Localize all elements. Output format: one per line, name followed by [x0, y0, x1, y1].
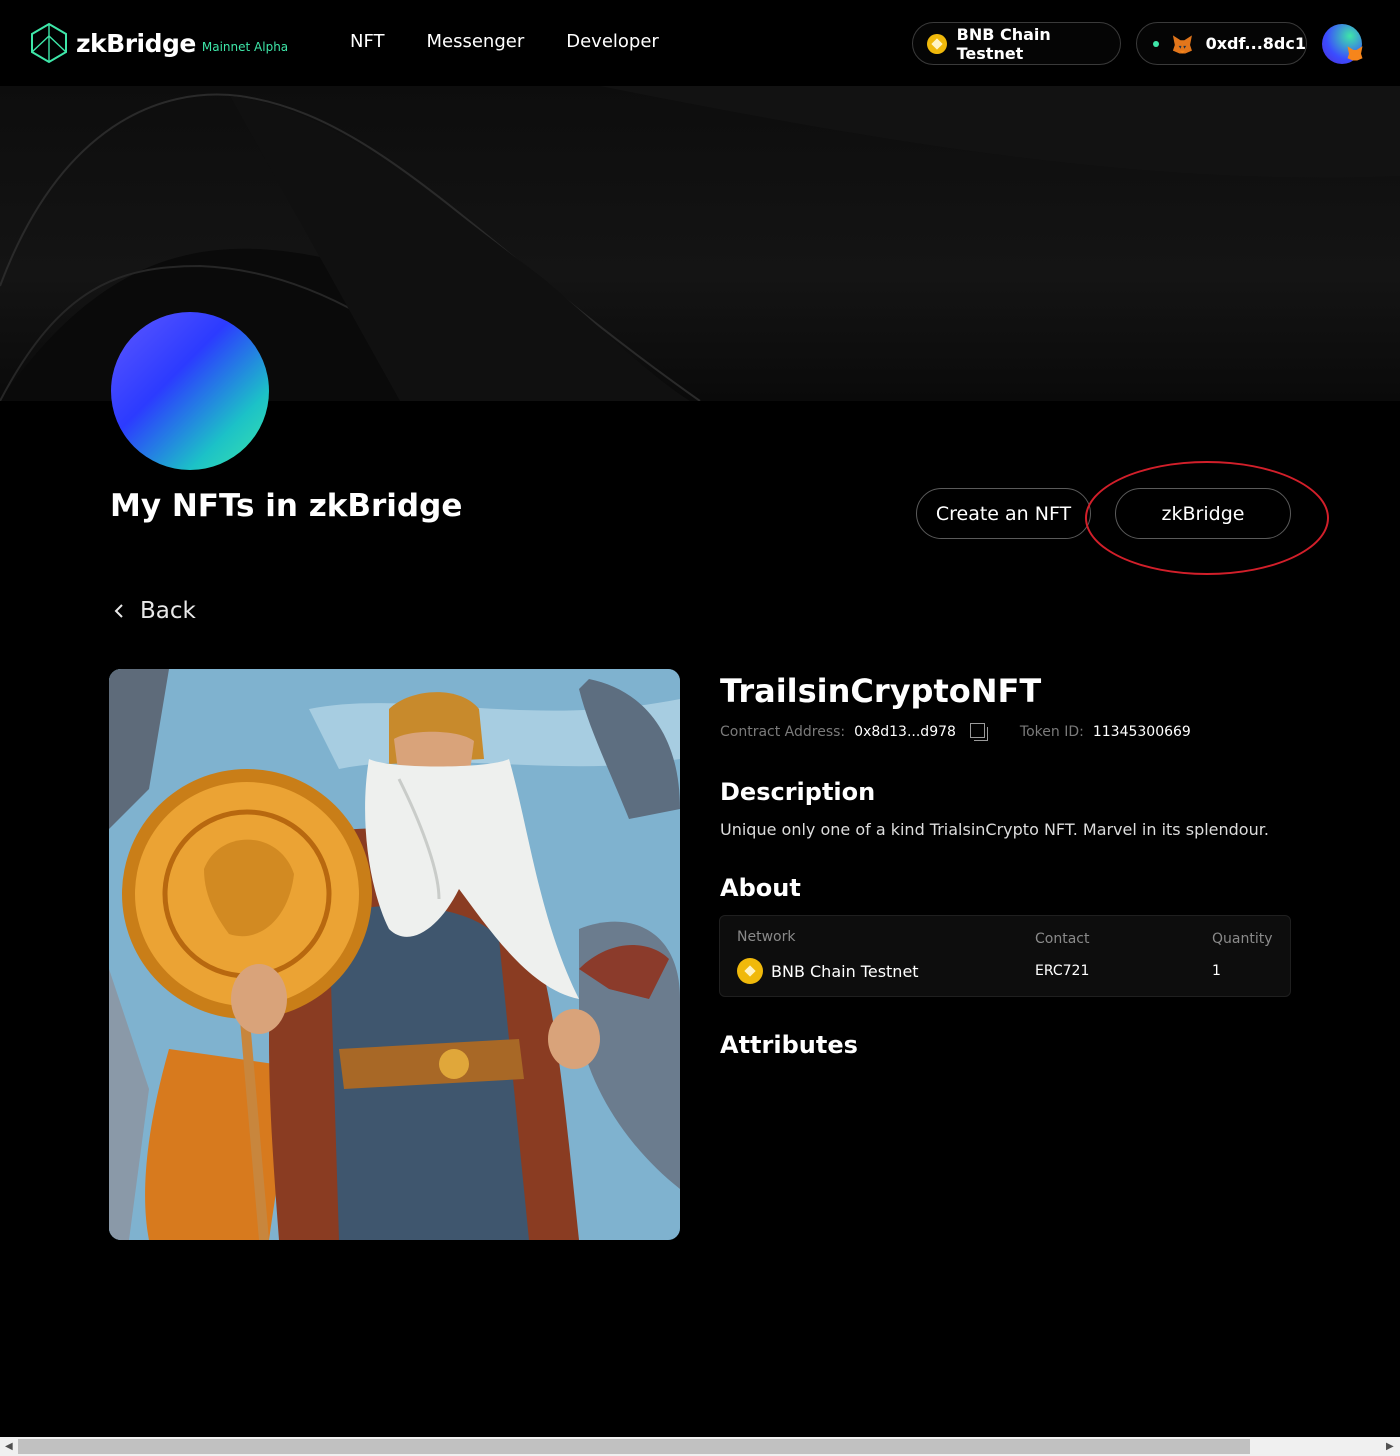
network-value-label: BNB Chain Testnet	[771, 961, 919, 981]
about-title: About	[720, 874, 801, 902]
logo-tag: Mainnet Alpha	[201, 40, 289, 54]
network-label: BNB Chain Testnet	[956, 24, 1051, 63]
attributes-title: Attributes	[720, 1031, 858, 1059]
scroll-left-icon[interactable]: ◀	[5, 1441, 13, 1452]
nav-nft[interactable]: NFT	[350, 31, 385, 52]
token-id-value: 11345300669	[1092, 724, 1191, 740]
contract-address-label: Contract Address:	[720, 724, 846, 740]
zkbridge-logo-icon	[31, 22, 67, 64]
token-id-label: Token ID:	[1019, 724, 1084, 740]
metamask-fox-icon	[1172, 34, 1192, 54]
page-title: My NFTs in zkBridge	[110, 488, 463, 524]
scrollbar-thumb[interactable]	[18, 1439, 1250, 1454]
zkbridge-button[interactable]: zkBridge	[1115, 488, 1291, 539]
bnb-chain-icon	[737, 958, 763, 984]
logo-text: zkBridge	[76, 28, 196, 58]
chevron-left-icon	[114, 604, 123, 618]
bnb-chain-icon	[927, 33, 947, 54]
scroll-right-icon[interactable]: ▶	[1386, 1441, 1394, 1452]
nft-artwork-illustration	[109, 669, 680, 1240]
network-value: BNB Chain Testnet	[737, 958, 919, 984]
nft-name: TrailsinCryptoNFT	[720, 672, 1042, 710]
nav-developer[interactable]: Developer	[566, 31, 659, 52]
nft-meta: Contract Address: 0x8d13...d978 Token ID…	[720, 723, 1191, 741]
nav-messenger[interactable]: Messenger	[427, 31, 525, 52]
back-button[interactable]: Back	[112, 598, 196, 624]
contact-header: Contact	[1035, 931, 1090, 947]
quantity-header: Quantity	[1212, 931, 1273, 947]
copy-icon[interactable]	[969, 723, 988, 741]
about-table: Network Contact Quantity BNB Chain Testn…	[719, 915, 1291, 997]
description-text: Unique only one of a kind TrialsinCrypto…	[720, 820, 1269, 839]
description-title: Description	[720, 778, 876, 806]
contact-value: ERC721	[1035, 963, 1090, 979]
top-header: zkBridge Mainnet Alpha NFT Messenger Dev…	[0, 0, 1400, 86]
network-header: Network	[737, 929, 796, 945]
network-selector[interactable]: BNB Chain Testnet	[912, 22, 1121, 65]
logo[interactable]: zkBridge Mainnet Alpha	[30, 22, 288, 64]
contract-address-value: 0x8d13...d978	[854, 724, 956, 740]
metamask-badge-icon	[1347, 46, 1363, 61]
connected-status-icon	[1153, 40, 1159, 47]
wallet-address: 0xdf...8dc1	[1205, 34, 1306, 53]
main-nav: NFT Messenger Developer	[350, 31, 701, 52]
back-label: Back	[140, 598, 196, 624]
wallet-button[interactable]: 0xdf...8dc1	[1136, 22, 1307, 65]
horizontal-scrollbar[interactable]: ◀ ▶	[0, 1437, 1400, 1456]
nft-artwork	[109, 669, 680, 1240]
create-nft-button[interactable]: Create an NFT	[916, 488, 1091, 539]
quantity-value: 1	[1212, 963, 1221, 979]
profile-avatar	[111, 312, 269, 470]
